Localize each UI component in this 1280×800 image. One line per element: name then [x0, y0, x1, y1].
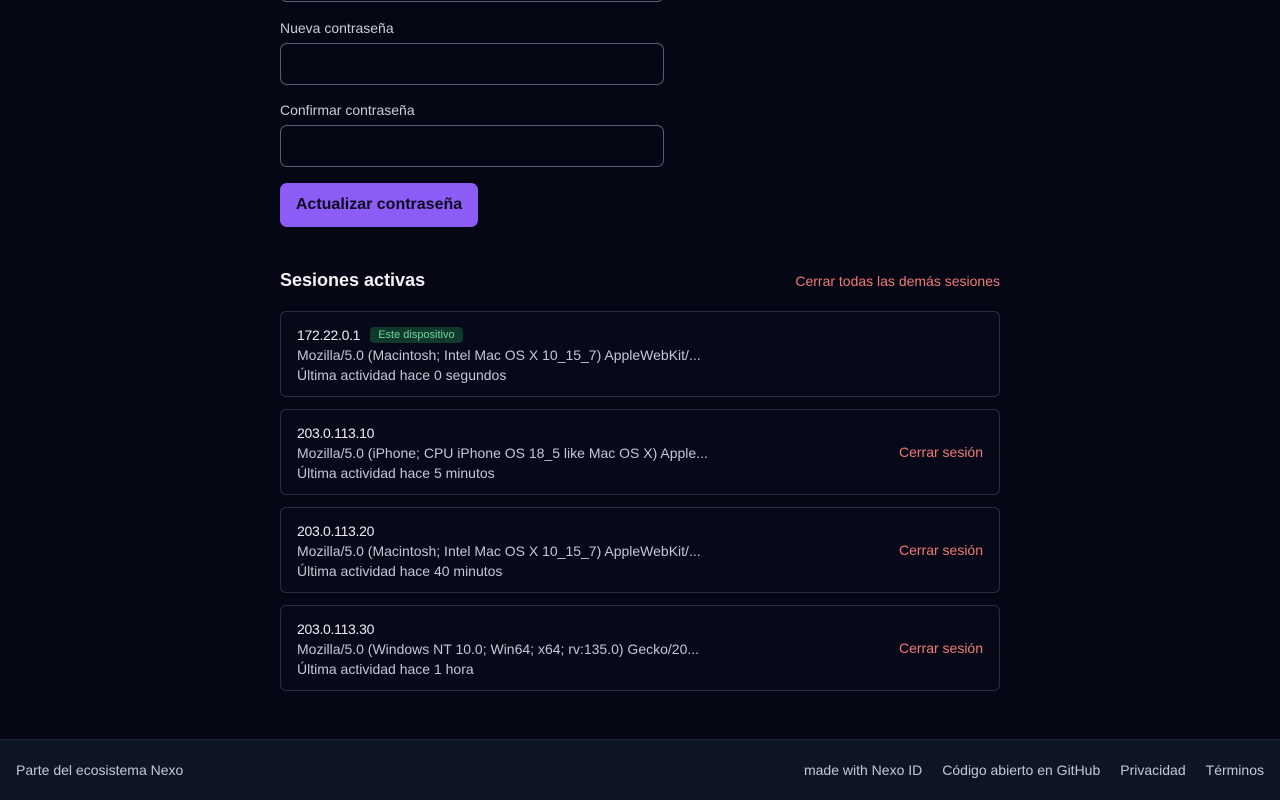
- new-password-label: Nueva contraseña: [280, 20, 394, 36]
- session-ip-row: 203.0.113.10: [297, 423, 708, 443]
- session-info: 203.0.113.20 Mozilla/5.0 (Macintosh; Int…: [297, 521, 701, 581]
- session-card: 203.0.113.10 Mozilla/5.0 (iPhone; CPU iP…: [280, 409, 1000, 495]
- current-password-field[interactable]: [280, 0, 664, 2]
- current-device-badge: Este dispositivo: [370, 327, 463, 343]
- session-info: 203.0.113.30 Mozilla/5.0 (Windows NT 10.…: [297, 619, 699, 679]
- session-ip-row: 203.0.113.30: [297, 619, 699, 639]
- new-password-field[interactable]: [280, 43, 664, 85]
- session-last-activity: Última actividad hace 1 hora: [297, 661, 474, 677]
- footer-ecosystem-text: Parte del ecosistema Nexo: [16, 762, 184, 778]
- logout-all-other-sessions-link[interactable]: Cerrar todas las demás sesiones: [795, 273, 1000, 289]
- session-info: 203.0.113.10 Mozilla/5.0 (iPhone; CPU iP…: [297, 423, 708, 483]
- session-ip: 172.22.0.1: [297, 327, 361, 343]
- session-logout-button[interactable]: Cerrar sesión: [899, 542, 983, 558]
- session-user-agent: Mozilla/5.0 (Windows NT 10.0; Win64; x64…: [297, 641, 700, 657]
- confirm-password-label: Confirmar contraseña: [280, 102, 415, 118]
- site-footer: Parte del ecosistema Nexo made with Nexo…: [0, 739, 1280, 800]
- session-ip: 203.0.113.30: [297, 621, 375, 637]
- footer-link-github[interactable]: Código abierto en GitHub: [942, 762, 1100, 778]
- confirm-password-field[interactable]: [280, 125, 664, 167]
- footer-link-terms[interactable]: Términos: [1206, 762, 1264, 778]
- session-user-agent: Mozilla/5.0 (Macintosh; Intel Mac OS X 1…: [297, 347, 701, 363]
- update-password-button[interactable]: Actualizar contraseña: [280, 183, 478, 227]
- session-last-activity: Última actividad hace 0 segundos: [297, 367, 507, 383]
- session-logout-button[interactable]: Cerrar sesión: [899, 640, 983, 656]
- session-ip: 203.0.113.10: [297, 425, 375, 441]
- session-card: 203.0.113.30 Mozilla/5.0 (Windows NT 10.…: [280, 605, 1000, 691]
- session-user-agent: Mozilla/5.0 (Macintosh; Intel Mac OS X 1…: [297, 543, 701, 559]
- session-user-agent: Mozilla/5.0 (iPhone; CPU iPhone OS 18_5 …: [297, 445, 708, 461]
- session-card: 203.0.113.20 Mozilla/5.0 (Macintosh; Int…: [280, 507, 1000, 593]
- footer-links: made with Nexo ID Código abierto en GitH…: [804, 762, 1264, 778]
- session-info: 172.22.0.1 Este dispositivo Mozilla/5.0 …: [297, 325, 701, 385]
- session-ip-row: 172.22.0.1 Este dispositivo: [297, 325, 701, 345]
- session-last-activity: Última actividad hace 5 minutos: [297, 465, 495, 481]
- session-card: 172.22.0.1 Este dispositivo Mozilla/5.0 …: [280, 311, 1000, 397]
- session-ip: 203.0.113.20: [297, 523, 375, 539]
- footer-link-made-with[interactable]: made with Nexo ID: [804, 762, 922, 778]
- footer-link-privacy[interactable]: Privacidad: [1120, 762, 1185, 778]
- account-security-page: Nueva contraseña Confirmar contraseña Ac…: [0, 0, 1280, 800]
- sessions-section-title: Sesiones activas: [280, 270, 426, 290]
- session-last-activity: Última actividad hace 40 minutos: [297, 563, 503, 579]
- session-logout-button[interactable]: Cerrar sesión: [899, 444, 983, 460]
- session-ip-row: 203.0.113.20: [297, 521, 701, 541]
